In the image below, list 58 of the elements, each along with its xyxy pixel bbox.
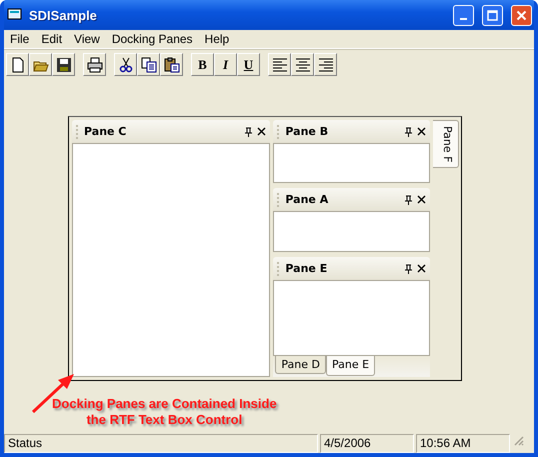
grip-handle[interactable] xyxy=(277,192,282,206)
scissors-icon xyxy=(118,56,134,72)
align-center-icon xyxy=(294,56,310,72)
new-file-icon xyxy=(10,56,26,72)
align-right-button[interactable] xyxy=(314,53,337,76)
pane-tab[interactable]: Pane D xyxy=(275,356,326,374)
copy-button[interactable] xyxy=(137,53,160,76)
window-title: SDISample xyxy=(29,8,98,22)
grip-handle[interactable] xyxy=(277,124,282,138)
annotation-text: Docking Panes are Contained Inside the RTF Text Box Control xyxy=(52,396,277,428)
minimize-icon xyxy=(460,18,467,20)
close-icon xyxy=(417,195,426,204)
pin-icon xyxy=(244,126,254,136)
status-cell: 10:56 AM xyxy=(416,434,510,453)
align-center-button[interactable] xyxy=(291,53,314,76)
status-cell: Status xyxy=(4,434,318,453)
close-icon xyxy=(417,264,426,273)
menu-item[interactable]: View xyxy=(68,32,106,46)
rich-text-box[interactable]: Pane C Pane B Pane A Pane E Pane D Pane E Pane F xyxy=(68,116,462,381)
pane-title: Pane E xyxy=(285,262,328,275)
resize-grip-icon xyxy=(512,434,524,446)
grip-handle[interactable] xyxy=(277,262,282,276)
close-icon xyxy=(417,127,426,136)
align-right-icon xyxy=(318,56,334,72)
status-cell: 4/5/2006 xyxy=(320,434,414,453)
close-icon xyxy=(516,10,527,20)
underline-button[interactable]: U xyxy=(237,53,260,76)
menu-item[interactable]: Help xyxy=(198,32,236,46)
pane-tab[interactable]: Pane E xyxy=(326,356,376,376)
printer-icon xyxy=(86,56,102,72)
paste-button[interactable] xyxy=(160,53,183,76)
side-tab[interactable]: Pane F xyxy=(433,120,459,168)
maximize-icon xyxy=(487,10,498,20)
align-left-icon xyxy=(272,56,288,72)
cut-button[interactable] xyxy=(114,53,137,76)
print-button[interactable] xyxy=(83,53,106,76)
clipboard-icon xyxy=(164,56,180,72)
grip-handle[interactable] xyxy=(76,124,80,138)
pane-title: Pane A xyxy=(285,193,330,206)
close-icon xyxy=(257,127,266,136)
minimize-button[interactable] xyxy=(453,4,474,26)
copy-icon xyxy=(140,56,156,72)
close-button[interactable] xyxy=(511,4,532,26)
pane-title: Pane B xyxy=(285,125,330,138)
pin-icon xyxy=(404,126,414,136)
new-button[interactable] xyxy=(6,53,29,76)
bold-button[interactable]: B xyxy=(191,53,214,76)
pin-icon xyxy=(404,264,414,274)
menu-item[interactable]: Edit xyxy=(35,32,68,46)
italic-button[interactable]: I xyxy=(214,53,237,76)
menu-item[interactable]: Docking Panes xyxy=(106,32,199,46)
maximize-button[interactable] xyxy=(482,4,503,26)
pin-icon xyxy=(404,194,414,204)
save-button[interactable] xyxy=(52,53,75,76)
align-left-button[interactable] xyxy=(268,53,291,76)
menu-item[interactable]: File xyxy=(4,32,36,46)
pane-title: Pane C xyxy=(84,125,128,138)
open-button[interactable] xyxy=(29,53,52,76)
